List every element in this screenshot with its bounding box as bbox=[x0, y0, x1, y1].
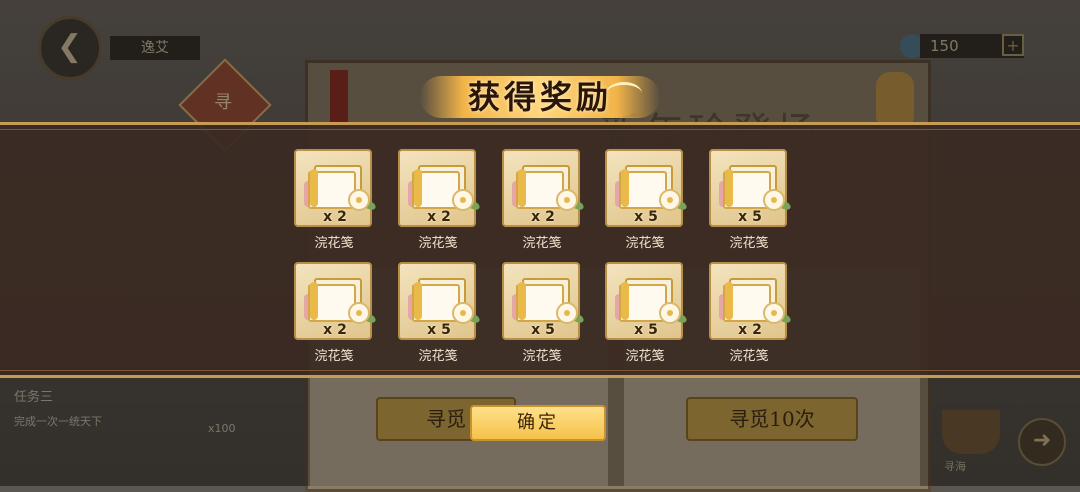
item-quantity: x 2 bbox=[323, 209, 347, 225]
item-quantity: x 5 bbox=[531, 322, 555, 338]
item-frame: x 2 bbox=[294, 262, 378, 340]
item-name: 浣花笺 bbox=[314, 349, 354, 364]
item-quantity: x 2 bbox=[427, 209, 451, 225]
item-name: 浣花笺 bbox=[729, 236, 769, 251]
item-quantity: x 5 bbox=[427, 322, 451, 338]
item-name: 浣花笺 bbox=[418, 236, 458, 251]
item-name: 浣花笺 bbox=[522, 236, 562, 251]
item-name: 浣花笺 bbox=[418, 349, 458, 364]
item-frame: x 2 bbox=[398, 149, 482, 227]
item-name: 浣花笺 bbox=[314, 236, 354, 251]
band-divider-bottom bbox=[0, 370, 1080, 371]
item-frame: x 5 bbox=[502, 262, 586, 340]
item-frame: x 5 bbox=[605, 149, 689, 227]
item-frame: x 2 bbox=[502, 149, 586, 227]
reward-title-banner: 获得奖励 bbox=[420, 62, 660, 126]
confirm-button[interactable]: 确定 bbox=[470, 405, 606, 441]
item-quantity: x 5 bbox=[634, 322, 658, 338]
item-quantity: x 5 bbox=[738, 209, 762, 225]
reward-title: 获得奖励 bbox=[467, 78, 612, 116]
item-name: 浣花笺 bbox=[522, 349, 562, 364]
item-quantity: x 5 bbox=[634, 209, 658, 225]
item-quantity: x 2 bbox=[323, 322, 347, 338]
item-name: 浣花笺 bbox=[625, 349, 665, 364]
item-name: 浣花笺 bbox=[625, 236, 665, 251]
item-quantity: x 2 bbox=[531, 209, 555, 225]
item-frame: x 2 bbox=[709, 262, 793, 340]
band-divider-top bbox=[0, 129, 1080, 130]
item-frame: x 5 bbox=[709, 149, 793, 227]
item-frame: x 2 bbox=[294, 149, 378, 227]
item-frame: x 5 bbox=[605, 262, 689, 340]
item-frame: x 5 bbox=[398, 262, 482, 340]
item-name: 浣花笺 bbox=[729, 349, 769, 364]
item-quantity: x 2 bbox=[738, 322, 762, 338]
